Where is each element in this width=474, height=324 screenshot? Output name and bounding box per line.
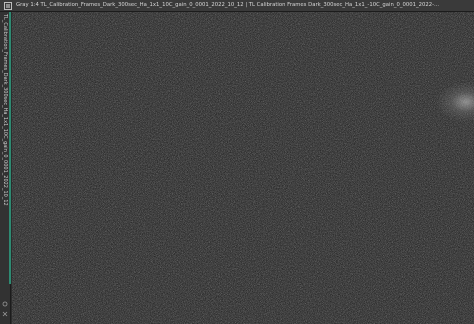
tab-accent-bar <box>9 12 11 284</box>
window-titlebar[interactable]: Gray 1:4 TL_Calibration_Frames_Dark_300s… <box>0 0 474 12</box>
window-title: Gray 1:4 TL_Calibration_Frames_Dark_300s… <box>16 2 440 8</box>
image-window: Gray 1:4 TL_Calibration_Frames_Dark_300s… <box>0 0 474 324</box>
dark-frame-noise <box>12 12 474 324</box>
amp-glow <box>436 82 474 122</box>
image-window-icon[interactable] <box>3 1 12 10</box>
vertical-tab-label: TL_Calibration_Frames_Dark_300sec_Ha_1x1… <box>2 14 8 206</box>
image-viewport[interactable] <box>12 12 474 324</box>
vertical-tab-label-container[interactable]: TL_Calibration_Frames_Dark_300sec_Ha_1x1… <box>1 12 9 284</box>
pin-icon[interactable] <box>2 292 8 307</box>
tab-close-icon[interactable] <box>2 302 8 317</box>
